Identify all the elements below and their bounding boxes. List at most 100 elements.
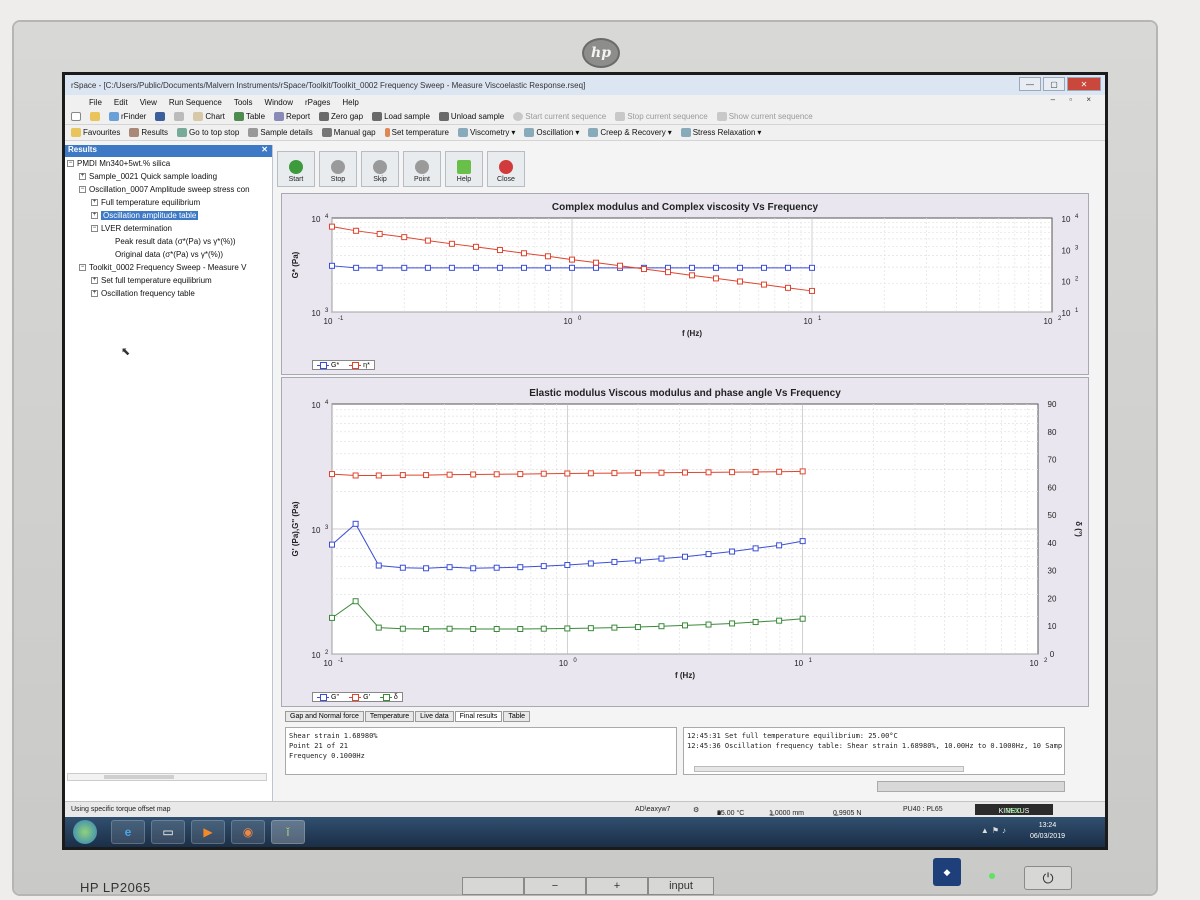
legend-entry: G* — [317, 361, 339, 369]
tree-item-amplitude-table[interactable]: + Oscillation amplitude table — [65, 209, 272, 222]
report-button[interactable]: Report — [274, 112, 310, 121]
viscometry-button[interactable]: Viscometry ▾ — [457, 128, 515, 137]
menu-window[interactable]: Window — [265, 98, 293, 107]
data-point — [564, 470, 571, 477]
menu-view[interactable]: View — [140, 98, 157, 107]
point-button[interactable]: Point — [403, 151, 441, 187]
collapse-icon[interactable]: − — [91, 225, 98, 233]
start-button[interactable] — [73, 820, 97, 844]
results-icon — [129, 128, 140, 137]
table-button[interactable]: Table — [233, 112, 265, 121]
tree-item-lver[interactable]: − LVER determination — [65, 222, 272, 235]
data-point — [688, 272, 695, 279]
maximize-icon[interactable]: ▢ — [1043, 77, 1065, 91]
menu-help[interactable]: Help — [342, 98, 358, 107]
legend-entry: δ — [379, 693, 398, 701]
input-hw-button[interactable]: input — [648, 877, 714, 895]
oscillation-button[interactable]: Oscillation ▾ — [524, 128, 579, 137]
menu-hw-button[interactable] — [462, 877, 524, 895]
manual-gap-button[interactable]: Manual gap — [321, 128, 376, 137]
tab-table[interactable]: Table — [503, 711, 531, 722]
start-sequence-button[interactable]: Start current sequence — [513, 112, 606, 121]
collapse-icon[interactable]: − — [79, 186, 86, 194]
start-sequence-label: Start current sequence — [525, 112, 607, 121]
tree-item-original-data[interactable]: Original data (σ*(Pa) vs γ*(%)) — [65, 248, 272, 261]
sample-details-button[interactable]: Sample details — [248, 128, 313, 137]
collapse-icon[interactable]: − — [67, 160, 74, 168]
stop-sequence-button[interactable]: Stop current sequence — [615, 112, 708, 121]
close-button[interactable]: Close — [487, 151, 525, 187]
plus-hw-button[interactable]: + — [586, 877, 648, 895]
menu-tools[interactable]: Tools — [234, 98, 253, 107]
data-point — [540, 625, 547, 632]
menu-run-sequence[interactable]: Run Sequence — [169, 98, 222, 107]
close-panel-icon[interactable]: ✕ — [261, 145, 268, 154]
minimize-icon[interactable]: — — [1019, 77, 1041, 91]
print-button[interactable] — [174, 112, 185, 121]
tree-item-sample[interactable]: + Sample_0021 Quick sample loading — [65, 170, 272, 183]
skip-button[interactable]: Skip — [361, 151, 399, 187]
chart-button[interactable]: Chart — [193, 112, 225, 121]
tab-temperature[interactable]: Temperature — [364, 711, 415, 722]
data-point — [329, 614, 335, 621]
tab-gap-normal-force[interactable]: Gap and Normal force — [285, 711, 364, 722]
tab-live-data[interactable]: Live data — [415, 711, 454, 722]
expand-icon[interactable]: + — [91, 199, 98, 207]
new-button[interactable] — [71, 112, 81, 121]
favourites-button[interactable]: Favourites — [71, 128, 120, 137]
taskbar-clock[interactable]: 13:24 06/03/2019 — [1030, 820, 1065, 842]
menu-file[interactable]: File — [89, 98, 102, 107]
stress-relaxation-button[interactable]: Stress Relaxation ▾ — [680, 128, 761, 137]
expand-icon[interactable]: + — [79, 173, 86, 181]
manual-gap-icon — [321, 128, 332, 137]
stop-button[interactable]: Stop — [319, 151, 357, 187]
tree-item-frequency-sweep[interactable]: − Toolkit_0002 Frequency Sweep - Measure … — [65, 261, 272, 274]
expand-icon[interactable]: + — [91, 277, 98, 285]
menu-rpages[interactable]: rPages — [305, 98, 330, 107]
chrome-icon[interactable]: ◉ — [231, 820, 265, 844]
data-point — [611, 558, 618, 565]
log-line: 12:45:31 Set full temperature equilibriu… — [687, 732, 898, 740]
zero-gap-button[interactable]: Zero gap — [319, 112, 363, 121]
tree-item-oscillation[interactable]: − Oscillation_0007 Amplitude sweep stress… — [65, 183, 272, 196]
tree-item-root[interactable]: − PMDI Mn340+5wt.% silica — [65, 157, 272, 170]
tree-item-set-temperature[interactable]: + Set full temperature equilibrium — [65, 274, 272, 287]
open-button[interactable] — [90, 112, 100, 121]
expand-icon[interactable]: + — [91, 290, 98, 298]
show-sequence-button[interactable]: Show current sequence — [716, 112, 813, 121]
help-button[interactable]: Help — [445, 151, 483, 187]
tree-horizontal-scrollbar[interactable] — [67, 773, 267, 781]
save-button[interactable] — [155, 112, 166, 121]
go-to-top-stop-button[interactable]: Go to top stop — [177, 128, 239, 137]
minus-hw-button[interactable]: − — [524, 877, 586, 895]
internet-explorer-icon[interactable]: e — [111, 820, 145, 844]
results-button[interactable]: Results — [129, 128, 168, 137]
file-explorer-icon[interactable]: ▭ — [151, 820, 185, 844]
expand-icon[interactable]: + — [91, 212, 98, 220]
system-tray-icons[interactable]: ▲⚑♪ — [981, 826, 1009, 835]
set-temperature-button[interactable]: Set temperature — [384, 128, 449, 137]
data-point — [329, 223, 335, 230]
tree-item-temperature[interactable]: + Full temperature equilibrium — [65, 196, 272, 209]
tree-item-peak-result[interactable]: Peak result data (σ*(Pa) vs γ*(%)) — [65, 235, 272, 248]
power-icon[interactable]: ⏻ — [1024, 866, 1072, 890]
data-point — [446, 564, 453, 571]
chart-legend: G'' G' δ — [312, 692, 403, 702]
mdi-controls[interactable]: – ▫ × — [1051, 95, 1097, 104]
creep-recovery-button[interactable]: Creep & Recovery ▾ — [588, 128, 672, 137]
tab-final-results[interactable]: Final results — [454, 711, 503, 722]
start-button[interactable]: Start — [277, 151, 315, 187]
close-icon[interactable]: ✕ — [1067, 77, 1101, 91]
log-horizontal-scrollbar[interactable] — [694, 766, 964, 772]
rfinder-button[interactable]: rFinder — [109, 112, 146, 121]
collapse-icon[interactable]: − — [79, 264, 86, 272]
unload-sample-button[interactable]: Unload sample — [438, 112, 504, 121]
menu-edit[interactable]: Edit — [114, 98, 128, 107]
data-point — [799, 468, 806, 475]
load-sample-button[interactable]: Load sample — [372, 112, 430, 121]
media-player-icon[interactable]: ▶ — [191, 820, 225, 844]
data-point — [611, 470, 618, 477]
tree-item-frequency-table[interactable]: + Oscillation frequency table — [65, 287, 272, 300]
scrollbar-thumb[interactable] — [104, 775, 174, 779]
rspace-app-icon[interactable]: ǐ — [271, 820, 305, 844]
